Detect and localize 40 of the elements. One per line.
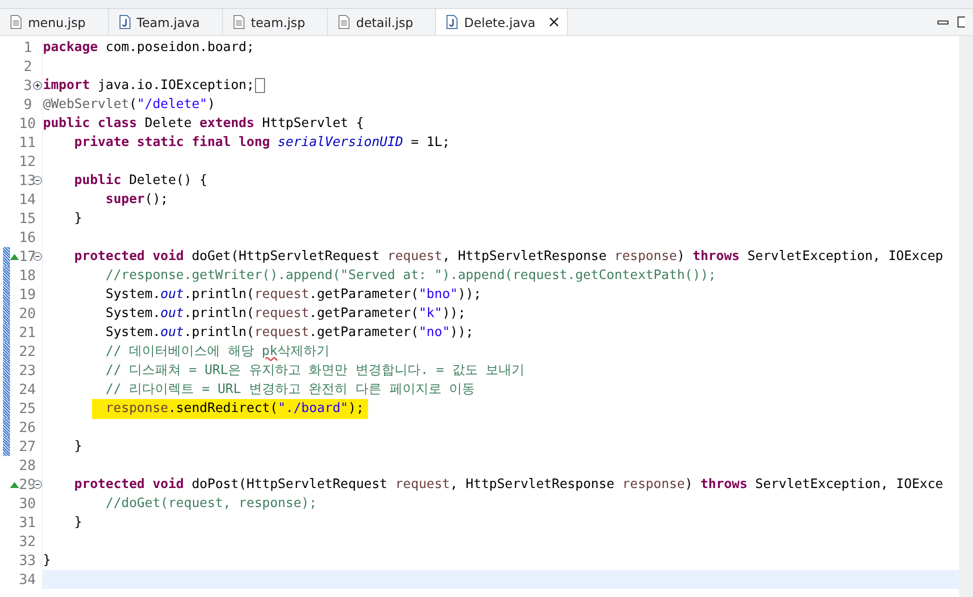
editor-tab[interactable]: team.jsp — [222, 9, 328, 35]
code-line: protected void doPost(HttpServletRequest request, HttpServletResponse response) throws ServletException, IOExce — [73, 476, 944, 494]
expand-icon[interactable] — [32, 81, 42, 90]
code-line: // 디스패쳐 = URL은 유지하고 화면만 변경합니다. = 값도 보내기 — [104, 362, 525, 380]
code-line: } — [43, 552, 51, 570]
code-line: //doGet(request, response); — [104, 495, 317, 513]
code-line: public Delete() { — [73, 172, 208, 190]
code-line: package com.poseidon.board; — [43, 39, 254, 57]
line-number: 9 — [22, 96, 32, 112]
editor-tab[interactable]: Team.java — [108, 9, 223, 35]
code-line: public class Delete extends HttpServlet { — [43, 115, 364, 133]
maximize-icon[interactable] — [957, 16, 965, 28]
code-line: // 리다이렉트 = URL 변경하고 완전히 다른 페이지로 이동 — [104, 381, 476, 399]
code-line: System.out.println(request.getParameter("no")); — [104, 324, 474, 342]
line-number: 1 — [22, 40, 32, 56]
code-line: protected void doGet(HttpServletRequest request, HttpServletResponse response) throws ServletException, IOExcep — [73, 248, 944, 266]
line-number: 3 — [22, 78, 32, 94]
code-line: private static final long serialVersionUID = 1L; — [73, 134, 450, 152]
file-icon — [232, 15, 245, 29]
code-line: System.out.println(request.getParameter("bno")); — [104, 286, 482, 304]
folded-code-icon[interactable] — [255, 78, 266, 93]
editor-tab[interactable]: Delete.java — [436, 9, 568, 35]
code-line: super(); — [104, 191, 168, 209]
line-number: 2 — [22, 58, 32, 74]
code-line: } — [73, 438, 82, 456]
code-line: // 데이터베이스에 해당 pk삭제하기 — [104, 343, 330, 361]
code-line: @WebServlet("/delete") — [43, 96, 216, 114]
java-file-icon — [118, 15, 131, 29]
code-line: import java.io.IOException; — [43, 77, 254, 95]
code-line: } — [73, 514, 82, 532]
code-line: } — [73, 210, 82, 228]
collapse-icon[interactable] — [32, 480, 42, 489]
file-icon — [338, 15, 350, 29]
file-icon — [10, 15, 22, 29]
code-line: System.out.println(request.getParameter("k")); — [104, 305, 466, 323]
close-icon[interactable] — [549, 17, 560, 27]
java-file-icon — [446, 15, 458, 29]
editor-tab[interactable]: menu.jsp — [0, 9, 109, 35]
collapse-icon[interactable] — [32, 176, 42, 185]
code-line: //response.getWriter().append("Served at: ").append(request.getContextPath()); — [104, 267, 716, 285]
